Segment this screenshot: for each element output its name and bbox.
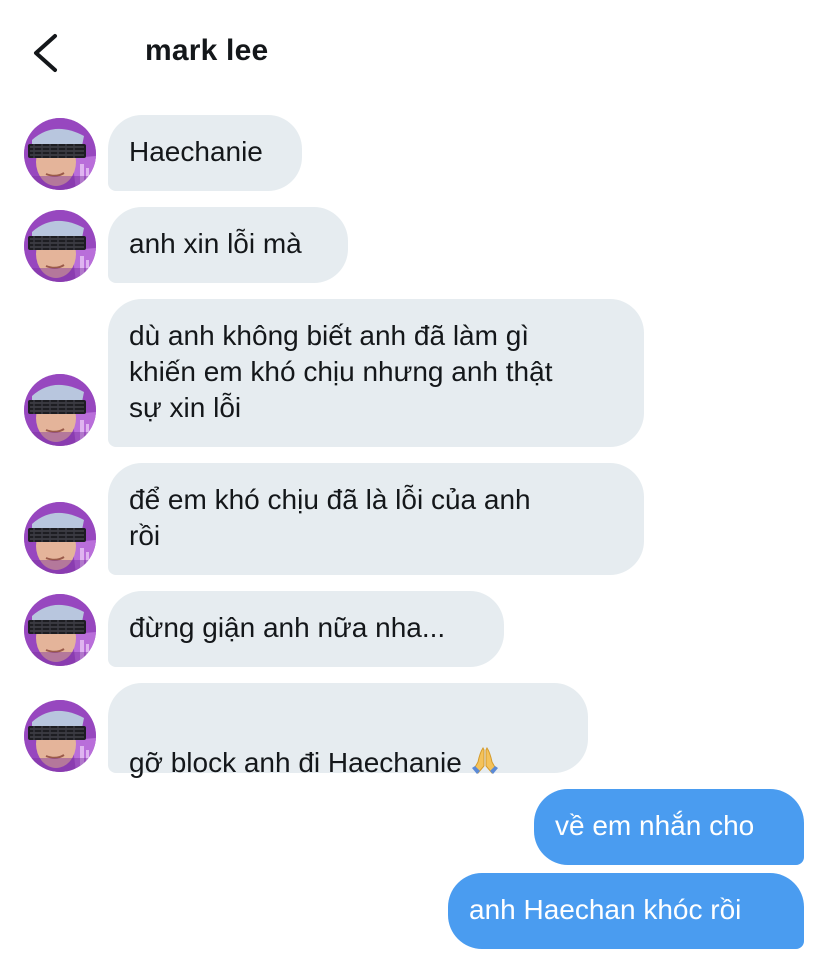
message-bubble-incoming[interactable]: Haechanie — [108, 115, 302, 191]
conversation-header: mark lee — [0, 0, 826, 100]
folded-hands-icon — [470, 745, 500, 775]
avatar[interactable] — [24, 700, 96, 772]
avatar[interactable] — [24, 594, 96, 666]
message-bubble-incoming[interactable]: dù anh không biết anh đã làm gì khiến em… — [108, 299, 644, 447]
avatar[interactable] — [24, 210, 96, 282]
message-bubble-incoming[interactable]: gỡ block anh đi Haechanie — [108, 683, 588, 778]
chevron-left-icon — [34, 34, 57, 72]
avatar[interactable] — [24, 374, 96, 446]
back-button[interactable] — [22, 26, 72, 80]
message-bubble-incoming[interactable]: để em khó chịu đã là lỗi của anh rồi — [108, 463, 644, 575]
message-bubble-outgoing[interactable]: anh Haechan khóc rồi — [448, 873, 804, 949]
message-bubble-outgoing[interactable]: về em nhắn cho — [534, 789, 804, 865]
avatar[interactable] — [24, 502, 96, 574]
message-text: gỡ block anh đi Haechanie — [129, 747, 462, 778]
conversation-title: mark lee — [145, 34, 269, 67]
message-bubble-incoming[interactable]: đừng giận anh nữa nha... — [108, 591, 504, 667]
message-bubble-incoming[interactable]: anh xin lỗi mà — [108, 207, 348, 283]
avatar[interactable] — [24, 118, 96, 190]
